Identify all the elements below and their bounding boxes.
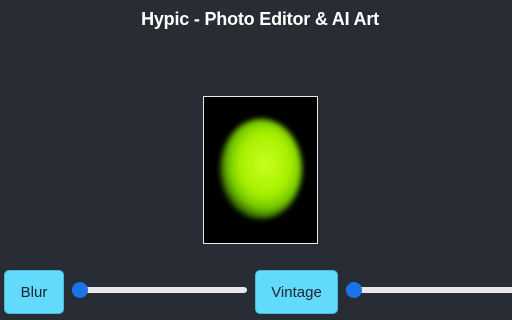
vintage-slider-track[interactable] <box>346 287 512 293</box>
image-preview <box>203 96 318 244</box>
app-title: Hypic - Photo Editor & AI Art <box>141 9 379 29</box>
blur-button[interactable]: Blur <box>4 270 64 314</box>
blur-slider-track[interactable] <box>72 287 247 293</box>
vintage-slider-thumb[interactable] <box>346 282 362 298</box>
vintage-slider[interactable] <box>346 282 512 298</box>
blur-slider-thumb[interactable] <box>72 282 88 298</box>
preview-image <box>204 97 317 243</box>
glowing-ellipse <box>220 119 302 219</box>
vintage-button[interactable]: Vintage <box>255 270 338 314</box>
blur-slider[interactable] <box>72 282 247 298</box>
